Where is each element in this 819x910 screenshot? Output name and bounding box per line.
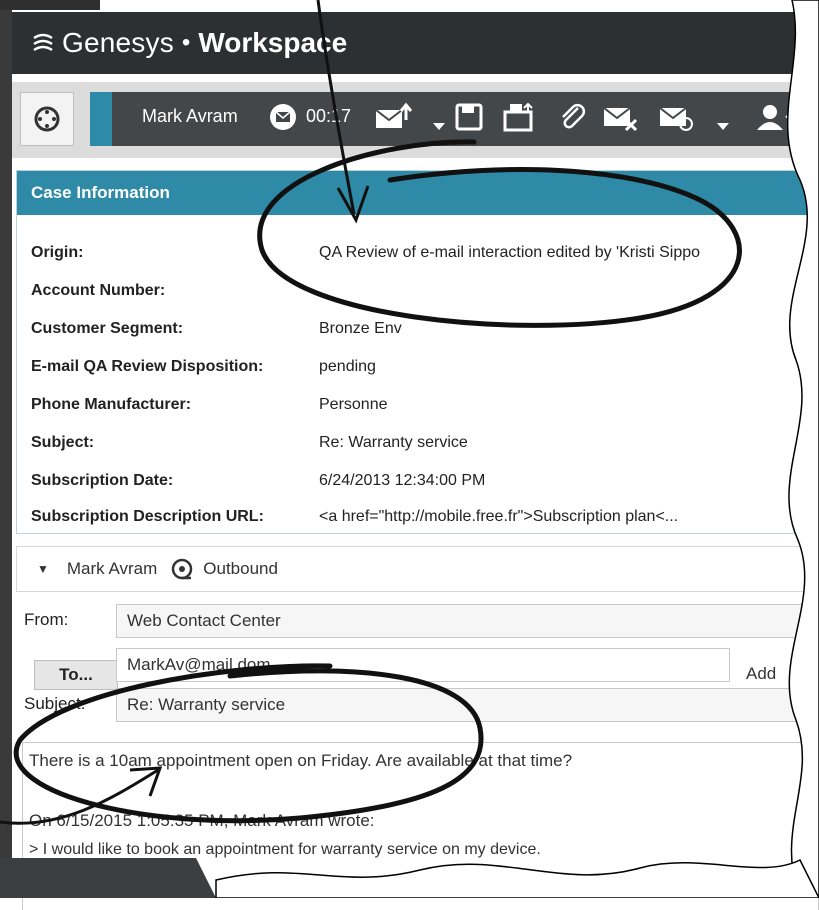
from-label: From: xyxy=(24,610,69,629)
case-label: Phone Manufacturer: xyxy=(31,396,192,413)
case-value: pending xyxy=(319,358,376,375)
background-frame-top xyxy=(0,0,100,10)
save-icon[interactable] xyxy=(454,102,484,132)
interaction-timer: 00:17 xyxy=(306,106,352,126)
case-label: Customer Segment: xyxy=(31,320,184,337)
interaction-party: Mark Avram xyxy=(66,559,158,578)
from-field[interactable]: Web Contact Center xyxy=(116,604,819,638)
quote-header: On 6/15/2015 1:05:35 PM, Mark Avram wrot… xyxy=(29,811,375,830)
brand-name: Genesys xyxy=(62,27,174,58)
case-value: Bronze Env xyxy=(319,320,402,337)
to-field[interactable]: MarkAv@mail.dom xyxy=(116,648,730,682)
reply-icon[interactable] xyxy=(374,102,418,132)
brand-separator: • xyxy=(181,29,191,56)
subject-field[interactable]: Re: Warranty service xyxy=(116,688,819,722)
to-button[interactable]: To... xyxy=(34,660,118,690)
add-cc-link[interactable]: Add xyxy=(746,664,776,684)
screenshot: Genesys • Workspace Mark Avram 00:17 Cas… xyxy=(0,0,819,910)
interaction-accent xyxy=(90,92,112,146)
genesys-logo-icon xyxy=(33,33,53,52)
outbound-icon xyxy=(172,558,193,580)
case-label: Account Number: xyxy=(31,282,166,299)
team-communicator-icon xyxy=(34,106,60,132)
forward-icon[interactable] xyxy=(658,102,694,132)
interaction-header: ▼ Mark Avram Outbound xyxy=(16,546,819,592)
case-information-title: Case Information xyxy=(17,171,818,215)
case-value: <a href="http://mobile.free.fr">Subscrip… xyxy=(319,508,679,525)
attachment-icon[interactable] xyxy=(558,102,588,132)
interaction-toolbar: Mark Avram 00:17 xyxy=(12,82,819,158)
case-value: 6/24/2013 12:34:00 PM xyxy=(319,472,486,489)
collapse-arrow-icon[interactable]: ▼ xyxy=(37,562,49,576)
workbin-icon[interactable] xyxy=(502,102,536,132)
contact-name[interactable]: Mark Avram xyxy=(142,106,238,127)
team-communicator-button[interactable] xyxy=(20,92,74,146)
dropdown-arrow-icon[interactable] xyxy=(432,112,446,142)
body-text: There is a 10am appointment open on Frid… xyxy=(29,751,573,770)
background-panel xyxy=(0,858,216,898)
mark-done-icon[interactable] xyxy=(602,102,638,132)
workspace-window: Genesys • Workspace Mark Avram 00:17 Cas… xyxy=(12,12,819,910)
case-value: Re: Warranty service xyxy=(319,434,468,451)
subject-label: Subject: xyxy=(24,694,86,713)
case-label: Origin: xyxy=(31,244,84,261)
email-icon xyxy=(270,104,296,130)
case-label: E-mail QA Review Disposition: xyxy=(31,358,264,375)
case-value: QA Review of e-mail interaction edited b… xyxy=(319,244,701,261)
interaction-direction: Outbound xyxy=(203,559,278,578)
case-information-panel: Case Information Origin: QA Review of e-… xyxy=(16,170,819,534)
case-label: Subject: xyxy=(31,434,95,451)
case-label: Subscription Description URL: xyxy=(31,508,264,525)
quote-text: > I would like to book an appointment fo… xyxy=(29,841,541,858)
title-bar: Genesys • Workspace xyxy=(12,12,819,74)
app-name: Workspace xyxy=(198,27,348,58)
contact-icon[interactable] xyxy=(754,102,794,132)
background-frame xyxy=(0,0,12,898)
dropdown-arrow-icon[interactable] xyxy=(716,112,730,142)
case-label: Subscription Date: xyxy=(31,472,174,489)
case-value: Personne xyxy=(319,396,388,413)
